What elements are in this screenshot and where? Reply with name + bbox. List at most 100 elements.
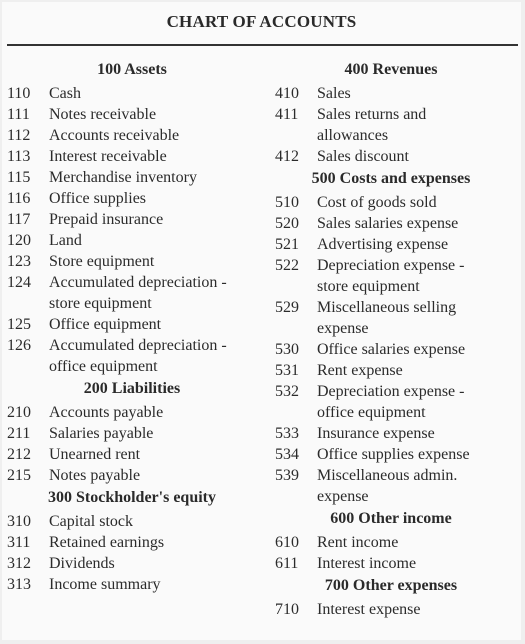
account-number: 610 (275, 534, 299, 551)
account-row: 117 Prepaid insurance (7, 209, 269, 230)
account-name: Rent income (317, 534, 399, 551)
account-name: Sales discount (317, 148, 409, 165)
account-name: Accumulated depreciation - office equipm… (49, 337, 227, 375)
account-name: Accumulated depreciation - store equipme… (49, 274, 227, 312)
account-number: 532 (275, 383, 299, 400)
account-name: Insurance expense (317, 425, 435, 442)
account-name: Notes receivable (49, 106, 157, 123)
account-number: 215 (7, 467, 31, 484)
account-name: Miscellaneous selling expense (317, 299, 457, 337)
account-number: 212 (7, 446, 31, 463)
account-row: 310 Capital stock (7, 511, 269, 532)
chart-of-accounts-page: CHART OF ACCOUNTS 100 Assets 110 Cash 111 No… (2, 2, 521, 640)
section-heading: 700 Other expenses (324, 577, 458, 594)
account-row: 532 Depreciation expense - office equipme… (275, 381, 519, 423)
account-row: 529 Miscellaneous selling expense (275, 297, 519, 339)
account-number: 312 (7, 555, 31, 572)
account-row: 539 Miscellaneous admin. expense (275, 465, 519, 507)
account-number: 313 (7, 576, 31, 593)
account-name: Sales returns and allowances (317, 106, 427, 144)
account-name: Cost of goods sold (317, 194, 437, 211)
account-name: Store equipment (49, 253, 155, 270)
account-number: 410 (275, 85, 299, 102)
account-row: 212 Unearned rent (7, 444, 269, 465)
account-row: 533 Insurance expense (275, 423, 519, 444)
account-number: 412 (275, 148, 299, 165)
account-row: 111 Notes receivable (7, 104, 269, 125)
account-row: 520 Sales salaries expense (275, 213, 519, 234)
account-row: 126 Accumulated depreciation - office equ… (7, 335, 269, 377)
account-number: 520 (275, 215, 299, 232)
account-name: Office supplies expense (317, 446, 470, 463)
account-number: 124 (7, 274, 31, 291)
account-name: Office salaries expense (317, 341, 466, 358)
account-number: 530 (275, 341, 299, 358)
account-row: 510 Cost of goods sold (275, 192, 519, 213)
account-row: 710 Interest expense (275, 599, 519, 620)
account-number: 522 (275, 257, 299, 274)
account-number: 211 (7, 425, 31, 442)
account-row: 534 Office supplies expense (275, 444, 519, 465)
account-row: 110 Cash (7, 83, 269, 104)
account-row: 610 Rent income (275, 532, 519, 553)
account-row: 611 Interest income (275, 553, 519, 574)
account-number: 310 (7, 513, 31, 530)
account-name: Retained earnings (49, 534, 165, 551)
account-number: 533 (275, 425, 299, 442)
account-row: 411 Sales returns and allowances (275, 104, 519, 146)
account-number: 117 (7, 211, 31, 228)
account-row: 113 Interest receivable (7, 146, 269, 167)
account-row: 410 Sales (275, 83, 519, 104)
account-row: 531 Rent expense (275, 360, 519, 381)
account-name: Advertising expense (317, 236, 449, 253)
account-name: Office equipment (49, 316, 162, 333)
account-name: Sales salaries expense (317, 215, 459, 232)
account-number: 115 (7, 169, 31, 186)
account-number: 116 (7, 190, 31, 207)
account-name: Accounts receivable (49, 127, 180, 144)
left-column: 100 Assets 110 Cash 111 Notes receivable 112 A… (7, 58, 269, 595)
account-row: 522 Depreciation expense - store equipmen… (275, 255, 519, 297)
account-number: 210 (7, 404, 31, 421)
section-heading: 500 Costs and expenses (311, 170, 471, 187)
account-row: 215 Notes payable (7, 465, 269, 486)
account-number: 539 (275, 467, 299, 484)
title-divider (7, 44, 518, 46)
account-number: 510 (275, 194, 299, 211)
account-number: 531 (275, 362, 299, 379)
account-name: Interest income (317, 555, 417, 572)
account-number: 710 (275, 601, 299, 618)
account-number: 120 (7, 232, 31, 249)
account-row: 120 Land (7, 230, 269, 251)
account-number: 126 (7, 337, 31, 354)
account-number: 113 (7, 148, 31, 165)
account-number: 125 (7, 316, 31, 333)
account-row: 116 Office supplies (7, 188, 269, 209)
account-name: Accounts payable (49, 404, 164, 421)
account-number: 521 (275, 236, 299, 253)
account-number: 611 (275, 555, 299, 572)
account-name: Office supplies (49, 190, 147, 207)
account-row: 313 Income summary (7, 574, 269, 595)
account-number: 112 (7, 127, 31, 144)
account-name: Dividends (49, 555, 115, 572)
account-name: Income summary (49, 576, 161, 593)
account-row: 412 Sales discount (275, 146, 519, 167)
account-row: 210 Accounts payable (7, 402, 269, 423)
account-name: Salaries payable (49, 425, 154, 442)
account-row: 530 Office salaries expense (275, 339, 519, 360)
account-row: 211 Salaries payable (7, 423, 269, 444)
account-name: Merchandise inventory (49, 169, 197, 186)
account-number: 534 (275, 446, 299, 463)
account-name: Land (49, 232, 82, 249)
account-name: Miscellaneous admin. expense (317, 467, 458, 505)
account-name: Capital stock (49, 513, 133, 530)
account-name: Cash (49, 85, 81, 102)
section-heading: 100 Assets (97, 61, 167, 78)
account-name: Notes payable (49, 467, 141, 484)
account-name: Interest expense (317, 601, 421, 618)
account-name: Interest receivable (49, 148, 167, 165)
section-heading: 400 Revenues (344, 61, 438, 78)
section-heading: 200 Liabilities (83, 380, 181, 397)
account-row: 124 Accumulated depreciation - store equi… (7, 272, 269, 314)
